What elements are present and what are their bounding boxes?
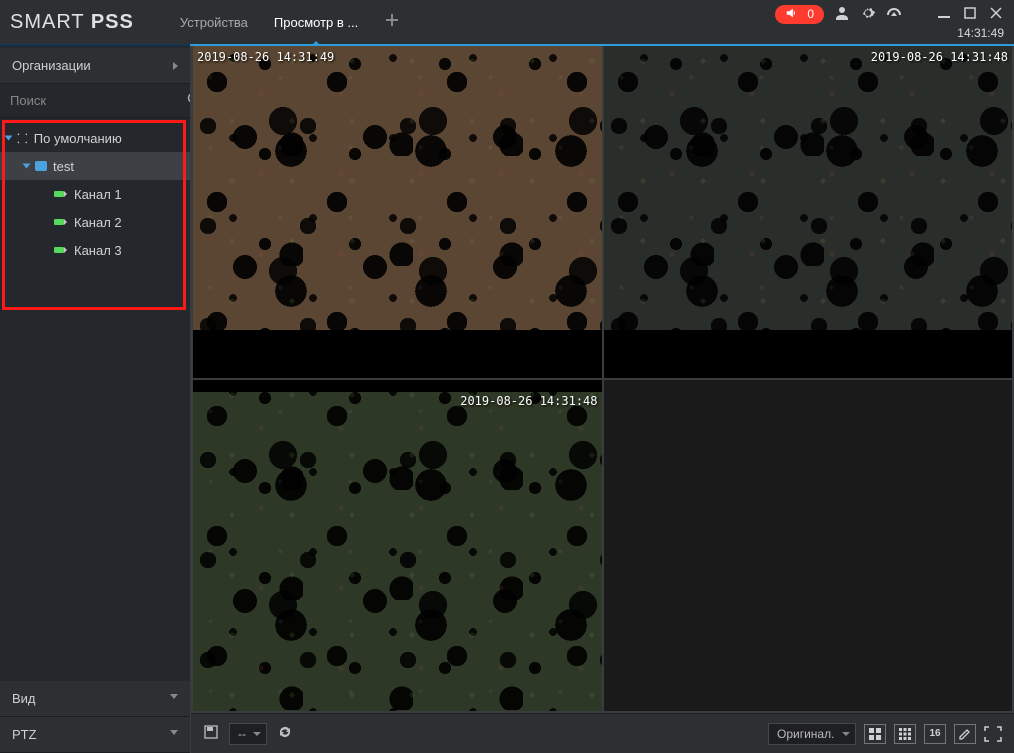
user-icon[interactable] bbox=[834, 5, 850, 24]
org-icon: ⸬ bbox=[17, 129, 28, 147]
alert-count: 0 bbox=[807, 7, 814, 21]
expand-icon bbox=[23, 164, 31, 169]
main-area: 2019-08-26 14:31:49 2019-08-26 14:31:48 … bbox=[190, 44, 1014, 753]
video-cell-2[interactable]: 2019-08-26 14:31:48 bbox=[604, 46, 1013, 378]
tab-bar: Устройства Просмотр в ... bbox=[174, 0, 406, 44]
dvr-icon bbox=[35, 161, 47, 171]
sidebar: Организации ⸬ По умолчанию test К bbox=[0, 44, 190, 753]
tree-device-test[interactable]: test bbox=[0, 152, 190, 180]
fullscreen-button[interactable] bbox=[984, 724, 1002, 744]
speaker-icon bbox=[785, 6, 799, 23]
chevron-right-icon bbox=[173, 62, 178, 70]
device-tree: ⸬ По умолчанию test Канал 1 Канал 2 Кана… bbox=[0, 118, 190, 681]
maximize-button[interactable] bbox=[962, 5, 978, 24]
panel-view[interactable]: Вид bbox=[0, 681, 190, 717]
close-button[interactable] bbox=[988, 5, 1004, 24]
refresh-icon[interactable] bbox=[277, 724, 293, 743]
scale-select-wrap: Оригинал. bbox=[768, 723, 856, 745]
layout-custom-button[interactable] bbox=[954, 724, 976, 744]
alert-indicator[interactable]: 0 bbox=[775, 5, 824, 24]
camera-icon bbox=[54, 219, 64, 225]
tree-root[interactable]: ⸬ По умолчанию bbox=[0, 124, 190, 152]
timestamp-overlay: 2019-08-26 14:31:48 bbox=[460, 394, 597, 408]
video-cell-4[interactable] bbox=[604, 380, 1013, 712]
video-grid: 2019-08-26 14:31:49 2019-08-26 14:31:48 … bbox=[191, 44, 1014, 713]
tree-channel-3[interactable]: Канал 3 bbox=[0, 236, 190, 264]
save-view-icon[interactable] bbox=[203, 724, 219, 743]
timestamp-overlay: 2019-08-26 14:31:48 bbox=[871, 50, 1008, 64]
title-bar: SMART PSS Устройства Просмотр в ... 0 bbox=[0, 0, 1014, 44]
gear-icon[interactable] bbox=[860, 5, 876, 24]
add-tab-button[interactable] bbox=[378, 12, 406, 33]
tour-select-wrap: -- bbox=[229, 723, 267, 745]
panel-ptz[interactable]: PTZ bbox=[0, 717, 190, 753]
chevron-right-icon bbox=[170, 694, 178, 703]
timestamp-overlay: 2019-08-26 14:31:49 bbox=[197, 50, 334, 64]
clock: 14:31:49 bbox=[957, 26, 1004, 40]
tree-channel-2[interactable]: Канал 2 bbox=[0, 208, 190, 236]
panel-organizations[interactable]: Организации bbox=[0, 48, 190, 84]
camera-icon bbox=[54, 191, 64, 197]
search-input[interactable] bbox=[10, 93, 186, 108]
tree-channel-1[interactable]: Канал 1 bbox=[0, 180, 190, 208]
video-cell-3[interactable]: 2019-08-26 14:31:48 bbox=[193, 380, 602, 712]
app-logo: SMART PSS bbox=[10, 11, 134, 34]
expand-icon bbox=[5, 136, 13, 141]
video-cell-1[interactable]: 2019-08-26 14:31:49 bbox=[193, 46, 602, 378]
footer-toolbar: -- Оригинал. bbox=[191, 713, 1014, 753]
chevron-right-icon bbox=[170, 730, 178, 739]
camera-icon bbox=[54, 247, 64, 253]
layout-16-button[interactable]: 16 bbox=[924, 724, 946, 744]
dashboard-icon[interactable] bbox=[886, 5, 902, 24]
layout-4-button[interactable] bbox=[864, 724, 886, 744]
minimize-button[interactable] bbox=[936, 5, 952, 24]
search-row bbox=[0, 84, 190, 118]
tour-select[interactable]: -- bbox=[229, 723, 267, 745]
tab-devices[interactable]: Устройства bbox=[174, 0, 254, 44]
tab-liveview[interactable]: Просмотр в ... bbox=[268, 0, 364, 44]
scale-select[interactable]: Оригинал. bbox=[768, 723, 856, 745]
layout-9-button[interactable] bbox=[894, 724, 916, 744]
